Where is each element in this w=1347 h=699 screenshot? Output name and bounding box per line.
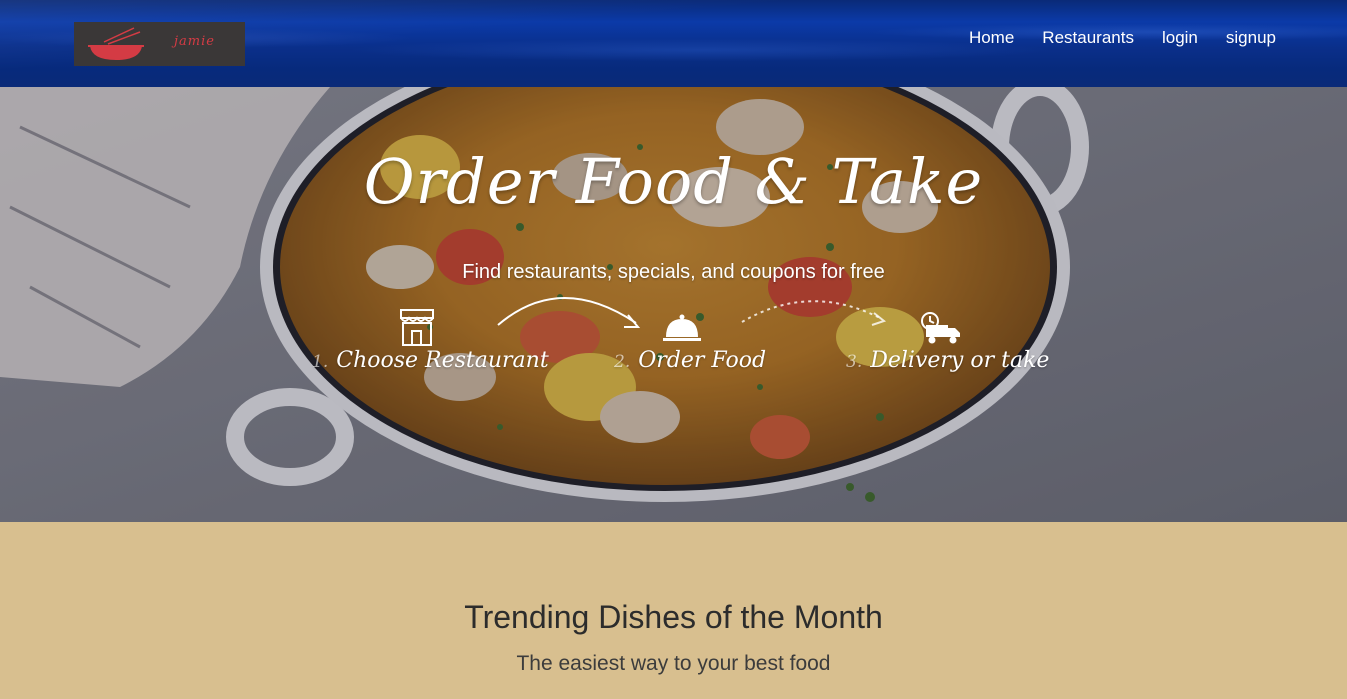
nav-menu: Home Restaurants login signup bbox=[969, 28, 1276, 48]
delivery-truck-icon bbox=[921, 312, 960, 344]
step-arrows bbox=[497, 297, 887, 328]
step-choose-restaurant: 1. Choose Restaurant bbox=[312, 348, 549, 373]
nav-home-link[interactable]: Home bbox=[969, 28, 1014, 48]
nav-restaurants-link[interactable]: Restaurants bbox=[1042, 28, 1134, 48]
trending-title: Trending Dishes of the Month bbox=[464, 599, 883, 635]
nav-signup-link[interactable]: signup bbox=[1226, 28, 1276, 48]
trending-section: Trending Dishes of the Month The easiest… bbox=[0, 522, 1347, 699]
nav-login-link[interactable]: login bbox=[1162, 28, 1198, 48]
trending-subtitle: The easiest way to your best food bbox=[516, 652, 831, 675]
storefront-icon bbox=[400, 309, 434, 346]
bowl-icon bbox=[88, 27, 144, 60]
step-order-food: 2. Order Food bbox=[614, 348, 767, 373]
step-delivery-or-take: 3. Delivery or take bbox=[846, 348, 1050, 373]
hero-banner: Order Food & Take Find restaurants, spec… bbox=[0, 87, 1347, 522]
navbar: jamie Home Restaurants login signup bbox=[0, 0, 1347, 87]
brand-logo[interactable]: jamie bbox=[74, 22, 245, 66]
logo-text: jamie bbox=[174, 34, 215, 49]
cloche-icon bbox=[663, 314, 701, 341]
